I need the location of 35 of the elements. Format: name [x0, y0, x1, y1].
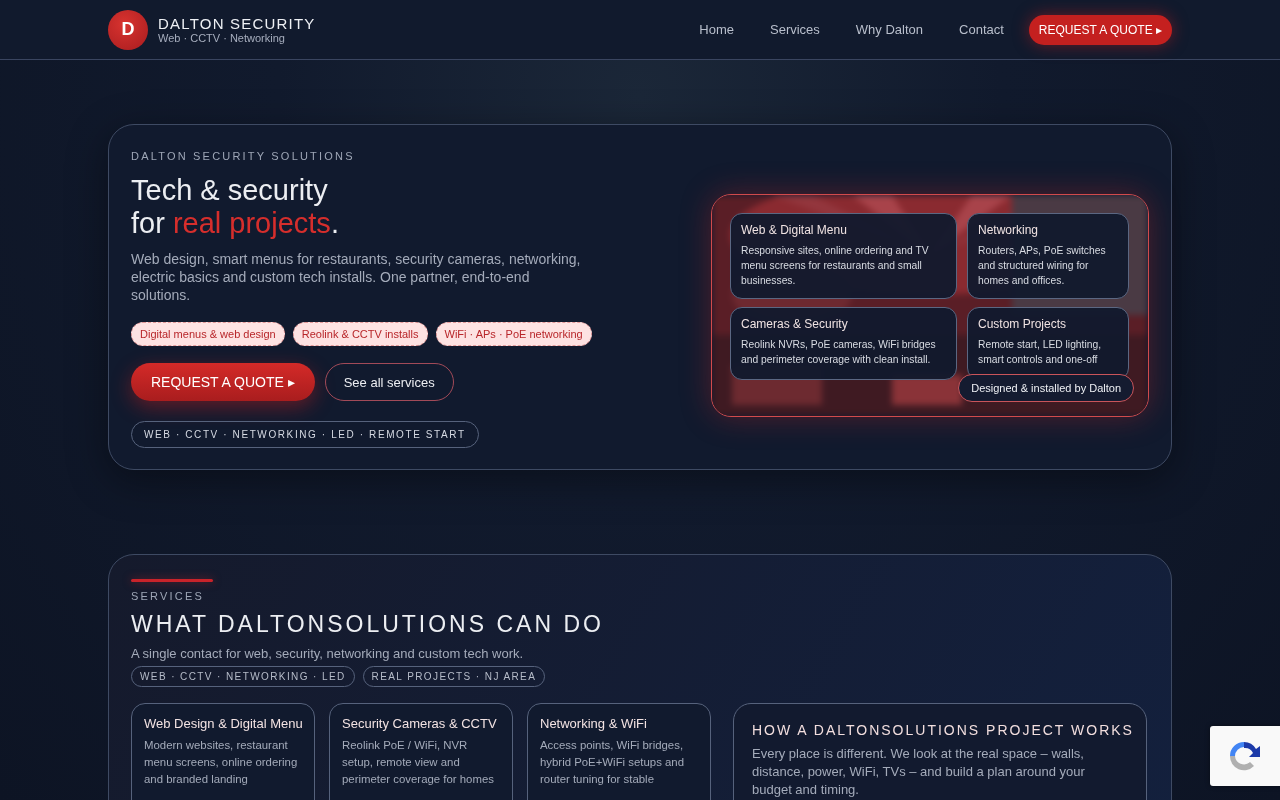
card-text: Access points, WiFi bridges, hybrid PoE+WiFi setups and router tuning for stable — [540, 738, 686, 787]
brand-name: DALTON SECURITY — [158, 15, 316, 32]
quote-button[interactable]: REQUEST A QUOTE ▸ — [131, 363, 315, 401]
card-text: Reolink PoE / WiFi, NVR setup, remote view and perimeter coverage for homes — [342, 738, 495, 787]
section-eyebrow: SERVICES — [131, 590, 206, 602]
nav-link[interactable]: Home — [699, 22, 734, 37]
hero-eyebrow: DALTON SECURITY SOLUTIONS — [131, 150, 356, 162]
logo-badge[interactable]: D — [108, 9, 148, 50]
feature-tag: Digital menus & web design — [131, 322, 285, 346]
card-title: Web Design & Digital Menu — [144, 716, 302, 731]
nav-link[interactable]: Contact — [959, 22, 1004, 37]
feature-tag: Reolink & CCTV installs — [292, 322, 428, 346]
hero-title: Tech & security for real projects. — [131, 174, 340, 240]
card-title: Security Cameras & CCTV — [342, 716, 498, 731]
hero-description: Web design, smart menus for restaurants, security cameras, networking, electric basics and custom tech installs. One partner, end-to-end solutions. — [131, 250, 582, 304]
brand-tagline: Web · CCTV · Networking — [158, 32, 286, 44]
recaptcha-badge[interactable] — [1210, 726, 1280, 786]
card-text: Modern websites, restaurant menu screens, online ordering and branded landing — [144, 738, 299, 787]
card-title: Networking & WiFi — [540, 716, 648, 731]
card-text: Remote start, LED lighting, smart controls and one-off — [978, 337, 1103, 367]
card-text: Routers, APs, PoE switches and structured wiring for homes and offices. — [978, 243, 1107, 288]
installer-badge: Designed & installed by Dalton — [958, 373, 1134, 402]
card-text: Reolink NVRs, PoE cameras, WiFi bridges and perimeter coverage with clean install. — [741, 337, 937, 367]
quote-button[interactable]: REQUEST A QUOTE ▸ — [1028, 14, 1172, 45]
section-subtitle: A single contact for web, security, networking and custom tech work. — [131, 646, 525, 661]
card-title: Cameras & Security — [741, 316, 849, 331]
feature-tag: WiFi · APs · PoE networking — [435, 322, 592, 346]
section-title: WHAT DALTONSOLUTIONS CAN DO — [131, 611, 605, 638]
nav-link[interactable]: Why Dalton — [855, 22, 924, 37]
card-title: Web & Digital Menu — [741, 222, 848, 237]
card-title: Networking — [978, 222, 1040, 237]
card-text: Responsive sites, online ordering and TV menu screens for restaurants and small businesses. — [741, 243, 930, 288]
card-title: Custom Projects — [978, 316, 1068, 331]
nav-link[interactable]: Services — [770, 22, 820, 37]
process-text: Every place is different. We look at the real space – walls, distance, power, WiFi, TVs – and build a plan around your budget and timing. — [752, 745, 1086, 799]
